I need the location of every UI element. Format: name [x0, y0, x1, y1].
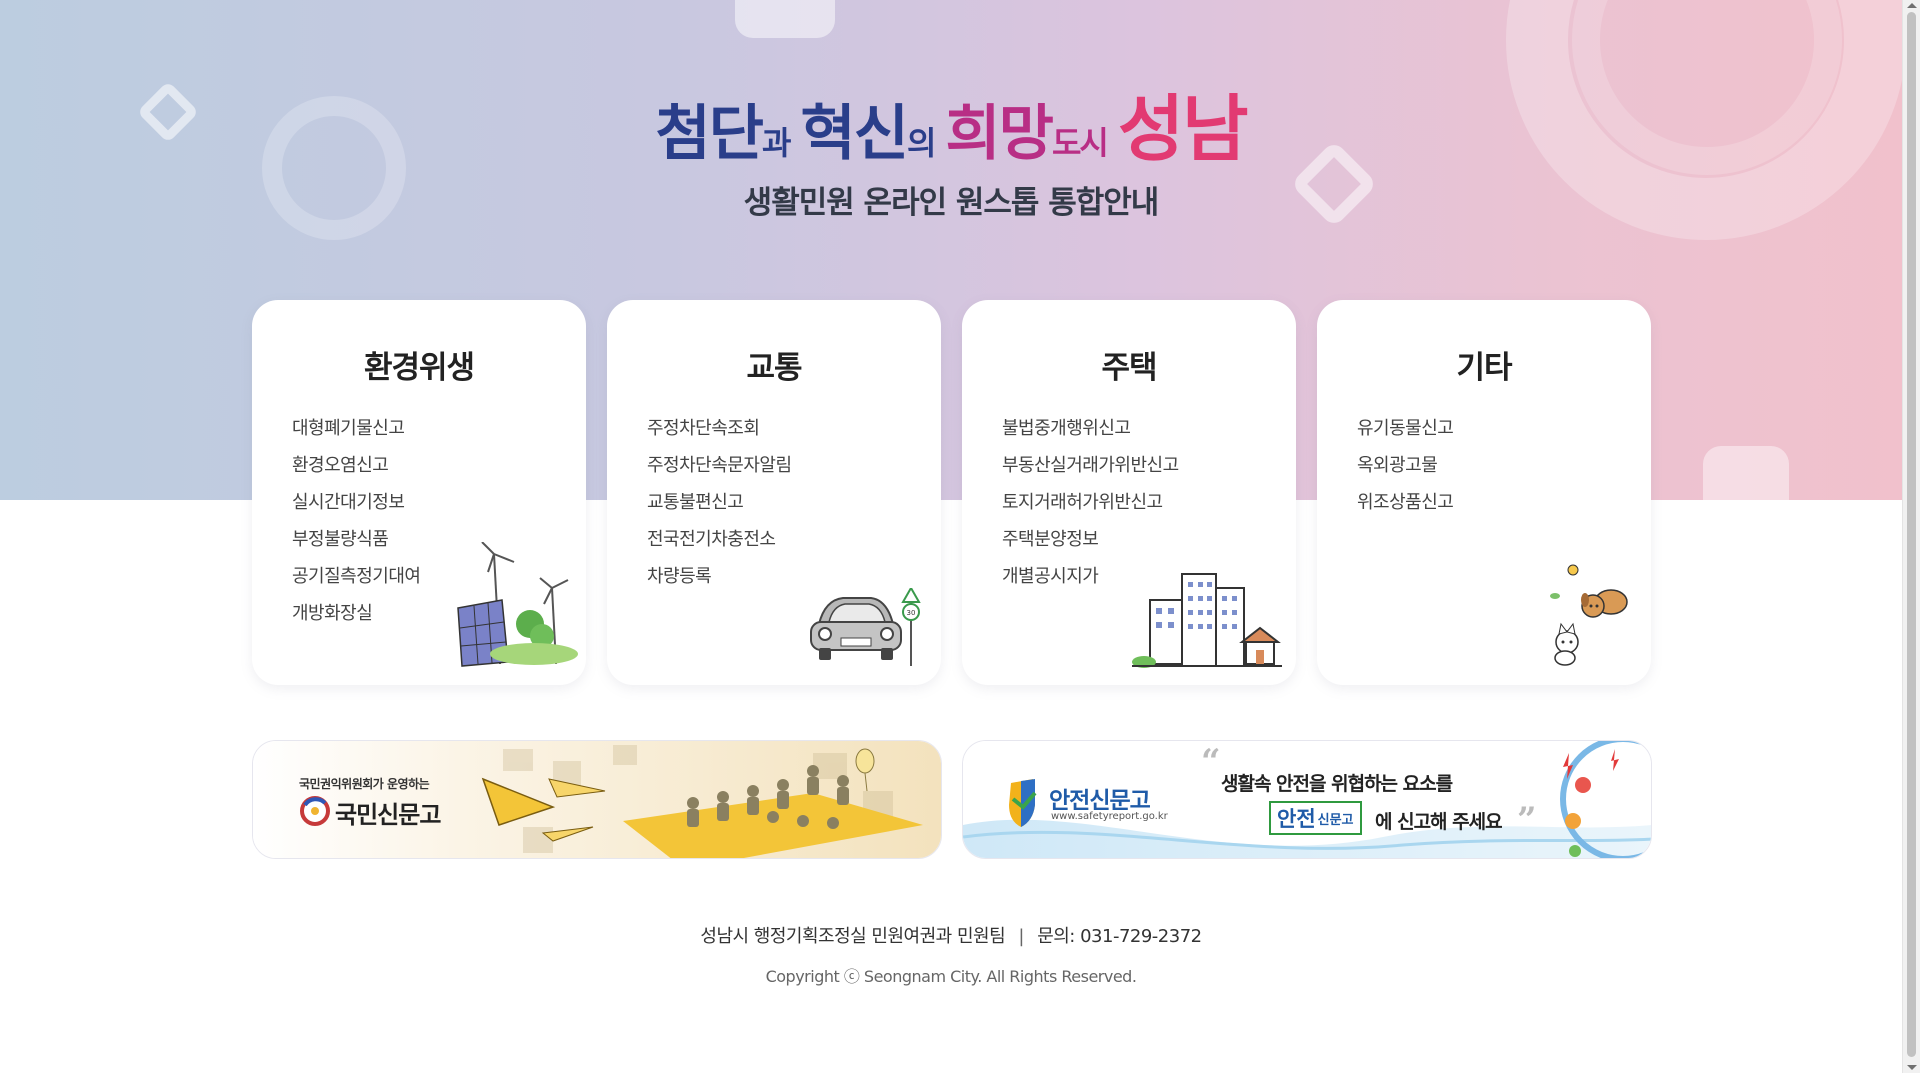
card-title: 기타: [1317, 342, 1651, 387]
page-subtitle: 생활민원 온라인 원스톱 통합안내: [743, 185, 1160, 221]
card-link[interactable]: 공기질측정기대여: [292, 558, 421, 595]
card-link[interactable]: 부정불량식품: [292, 521, 420, 558]
card-link[interactable]: 개방화장실: [292, 595, 420, 632]
buildings-illustration: [1132, 573, 1282, 668]
title-part: 희망: [945, 99, 1054, 169]
banner-title: 국민신문고: [335, 801, 441, 829]
card-traffic: 교통 주정차단속조회 주정차단속문자알림 교통불편신고 전국전기차충전소 차량등…: [607, 300, 941, 685]
card-link[interactable]: 불법중개행위신고: [1002, 410, 1179, 447]
card-environment: 환경위생 대형폐기물신고 환경오염신고 실시간대기정보 부정불량식품 공기질측정…: [252, 300, 586, 685]
card-link-list: 대형폐기물신고 환경오염신고 실시간대기정보 부정불량식품 공기질측정기대여 개…: [292, 410, 421, 632]
card-link[interactable]: 전국전기차충전소: [647, 521, 792, 558]
svg-text:“: “: [1201, 742, 1221, 782]
banner-caption: 국민권익위원회가 운영하는: [299, 777, 430, 791]
svg-text:”: ”: [1517, 800, 1537, 840]
card-link-list: 유기동물신고 옥외광고물 위조상품신고: [1357, 410, 1454, 521]
title-part: 의: [906, 124, 936, 162]
footer-phone: 문의: 031-729-2372: [1037, 926, 1202, 947]
card-link[interactable]: 주정차단속조회: [647, 410, 792, 447]
scroll-up-icon[interactable]: [1907, 3, 1917, 8]
card-link[interactable]: 차량등록: [647, 558, 792, 595]
card-link-list: 주정차단속조회 주정차단속문자알림 교통불편신고 전국전기차충전소 차량등록: [647, 410, 792, 595]
card-link[interactable]: 교통불편신고: [647, 484, 792, 521]
card-housing: 주택 불법중개행위신고 부동산실거래가위반신고 토지거래허가위반신고 주택분양정…: [962, 300, 1296, 685]
pets-illustration: [1550, 564, 1628, 666]
title-part: 첨단: [655, 99, 764, 169]
banner-badge-big: 안전: [1277, 807, 1316, 831]
scroll-thumb[interactable]: [1907, 12, 1916, 1057]
decor-shape: [735, 0, 835, 38]
scroll-down-icon[interactable]: [1907, 1065, 1917, 1070]
card-link[interactable]: 유기동물신고: [1357, 410, 1454, 447]
banner-line1: 생활속 안전을 위협하는 요소를: [1221, 773, 1453, 795]
footer-copyright: Copyright ⓒ Seongnam City. All Rights Re…: [765, 967, 1137, 986]
category-cards: 환경위생 대형폐기물신고 환경오염신고 실시간대기정보 부정불량식품 공기질측정…: [252, 300, 1652, 685]
card-link-list: 불법중개행위신고 부동산실거래가위반신고 토지거래허가위반신고 주택분양정보 개…: [1002, 410, 1179, 595]
footer-contact: 성남시 행정기획조정실 민원여권과 민원팀 | 문의: 031-729-2372: [0, 922, 1902, 948]
car-illustration: 30: [810, 588, 921, 666]
card-link[interactable]: 대형폐기물신고: [292, 410, 420, 447]
card-link[interactable]: 환경오염신고: [292, 447, 420, 484]
decor-shape: [1703, 446, 1789, 500]
card-link[interactable]: 실시간대기정보: [292, 484, 420, 521]
banner-logo-name: 안전신문고: [1049, 788, 1151, 814]
footer-org: 성남시 행정기획조정실 민원여권과 민원팀: [700, 926, 1006, 947]
card-title: 교통: [607, 342, 941, 387]
title-part: 도시: [1051, 124, 1109, 162]
title-part: 혁신: [800, 99, 909, 169]
wind-solar-illustration: [457, 542, 578, 667]
banner-safetyreport[interactable]: “ ” 안전신문고 www.safetyreport.go.kr 생활속 안전을…: [962, 740, 1652, 859]
card-link[interactable]: 토지거래허가위반신고: [1002, 484, 1179, 521]
card-link[interactable]: 주택분양정보: [1002, 521, 1179, 558]
card-title: 환경위생: [252, 342, 586, 387]
banner-logo-url: www.safetyreport.go.kr: [1051, 811, 1168, 822]
banner-line2: 에 신고해 주세요: [1375, 811, 1503, 833]
card-link[interactable]: 위조상품신고: [1357, 484, 1454, 521]
vertical-scrollbar[interactable]: [1902, 0, 1920, 1073]
banner-epeople[interactable]: 국민권익위원회가 운영하는 국민신문고: [252, 740, 942, 859]
title-part: 성남: [1117, 87, 1248, 171]
card-link[interactable]: 주정차단속문자알림: [647, 447, 792, 484]
card-link[interactable]: 부동산실거래가위반신고: [1002, 447, 1179, 484]
banner-badge: 안전 신문고: [1269, 801, 1362, 835]
banner-badge-small: 신문고: [1317, 812, 1354, 828]
page-title: 첨단과 혁신의 희망도시 성남: [0, 70, 1902, 175]
title-part: 과: [761, 124, 791, 162]
svg-text:30: 30: [907, 609, 916, 617]
footer-separator: |: [1018, 926, 1024, 947]
card-title: 주택: [962, 342, 1296, 387]
card-etc: 기타 유기동물신고 옥외광고물 위조상품신고: [1317, 300, 1651, 685]
card-link[interactable]: 옥외광고물: [1357, 447, 1453, 484]
